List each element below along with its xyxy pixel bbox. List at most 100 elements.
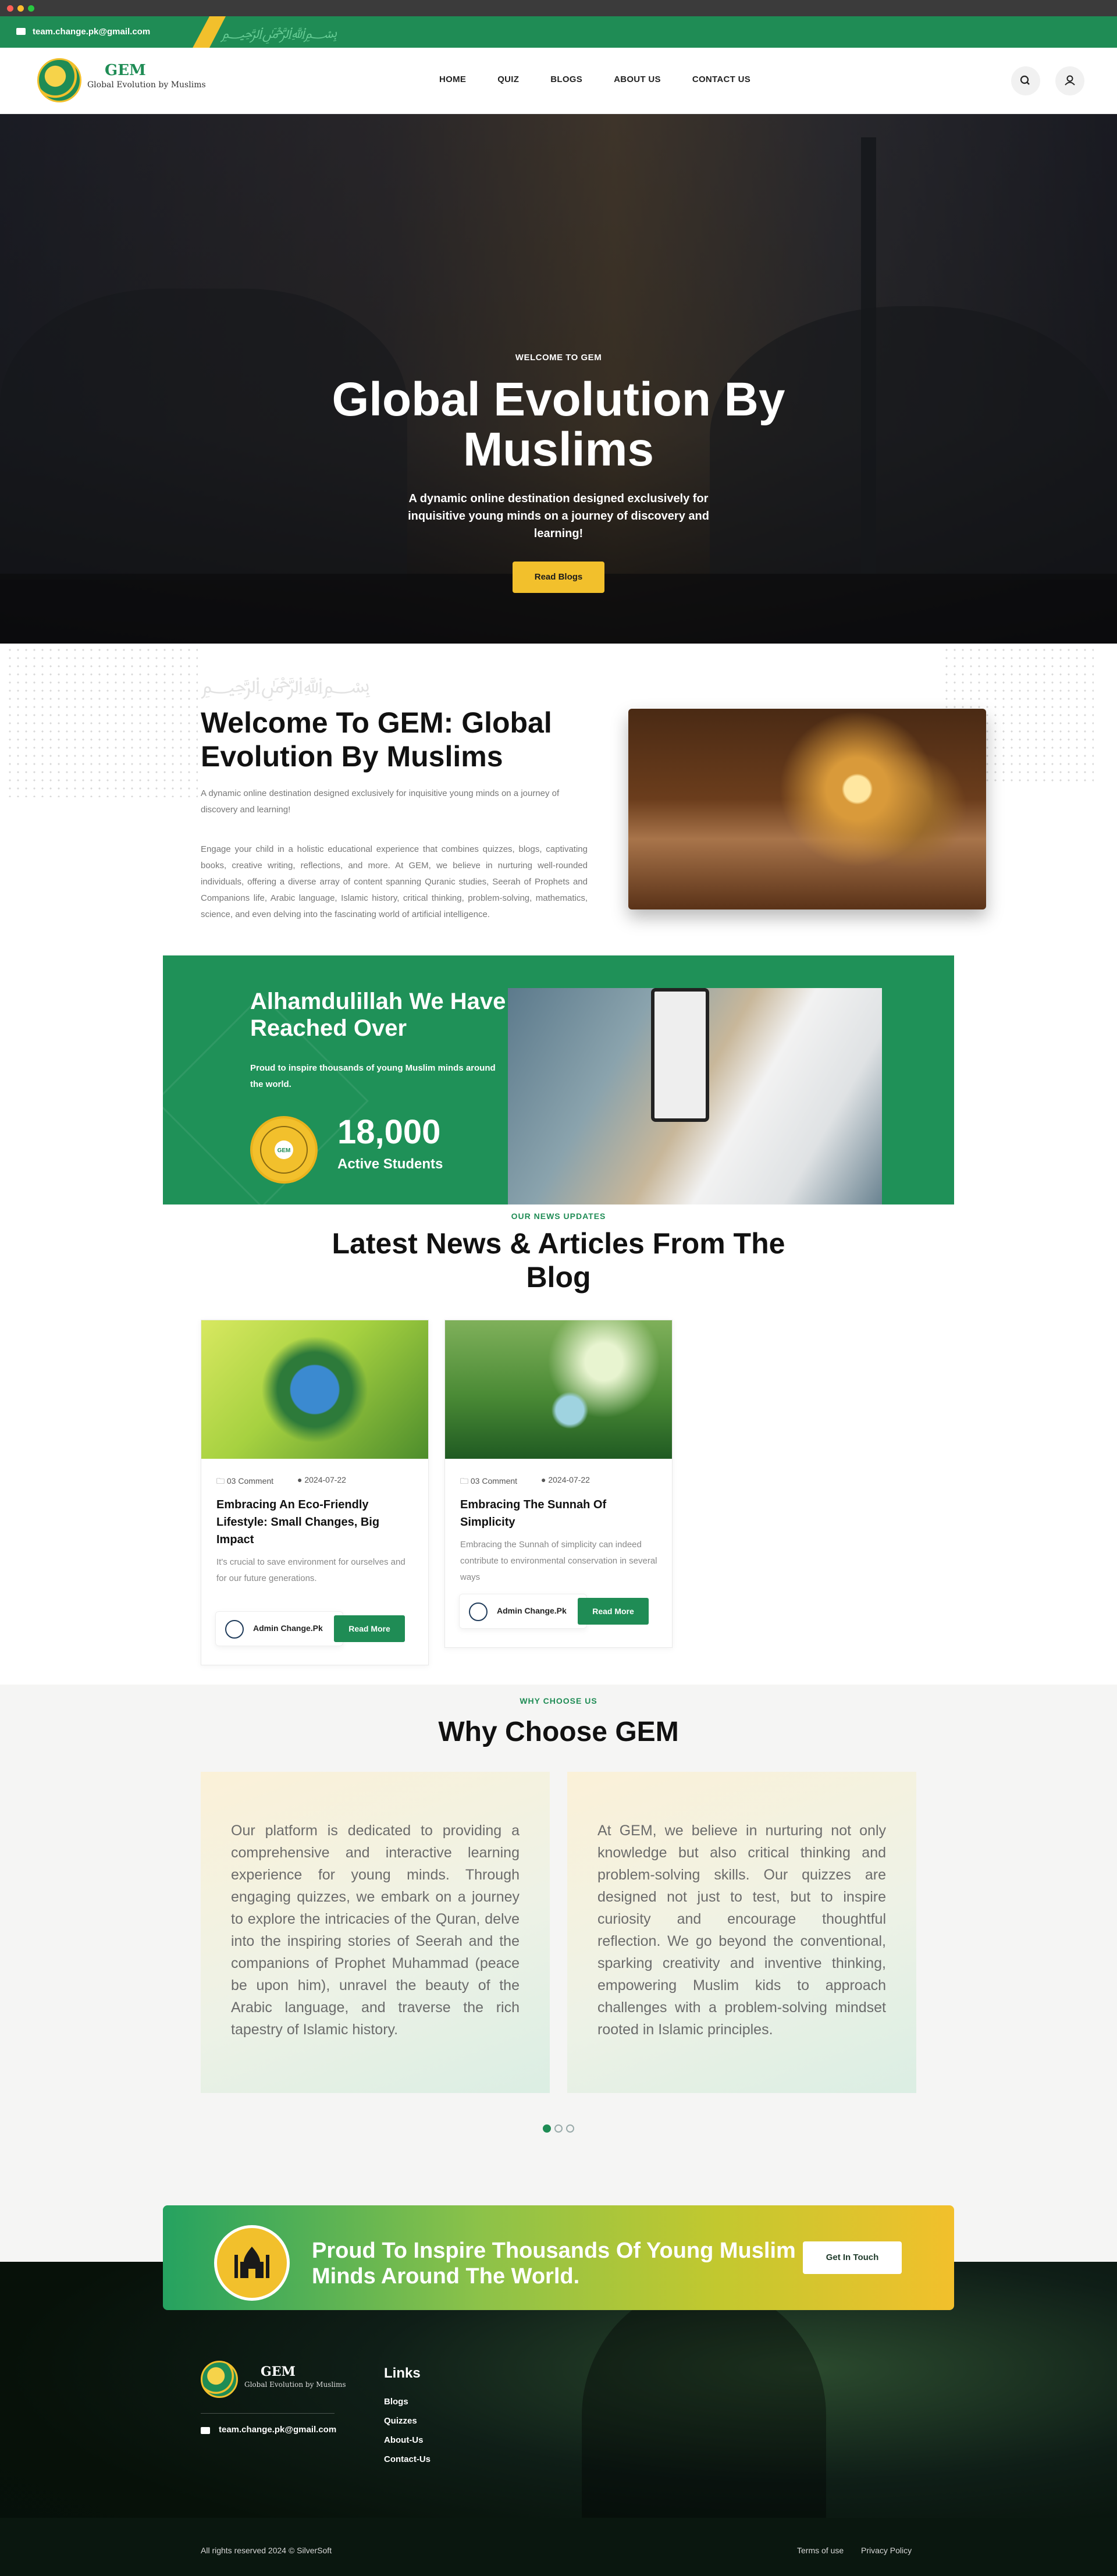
comment-count: 03 Comment bbox=[470, 1476, 518, 1486]
nav-contact-us[interactable]: CONTACT US bbox=[692, 74, 750, 84]
comments-meta: 🗀 03 Comment bbox=[216, 1475, 273, 1489]
minimize-window-icon[interactable] bbox=[17, 5, 24, 12]
comment-icon: 🗀 bbox=[460, 1476, 471, 1486]
svg-text:GEM: GEM bbox=[278, 1147, 291, 1154]
quran-reading-image bbox=[508, 988, 882, 1204]
why-card-text: At GEM, we believe in nurturing not only… bbox=[597, 1822, 886, 2038]
nav-blogs[interactable]: BLOGS bbox=[550, 74, 582, 84]
hero-title: Global Evolution By Muslims bbox=[332, 373, 785, 476]
search-icon bbox=[1020, 75, 1030, 85]
blog-card-description: It's crucial to save environment for our… bbox=[216, 1557, 405, 1583]
terms-link[interactable]: Terms of use bbox=[797, 2546, 844, 2555]
clock-icon: ● bbox=[297, 1475, 305, 1484]
footer-link-contact-us[interactable]: Contact-Us bbox=[384, 2454, 431, 2464]
footer-bg-silhouette bbox=[582, 2285, 826, 2547]
stats-number: 18,000 bbox=[337, 1113, 441, 1151]
author-name: Admin Change.Pk bbox=[253, 1623, 323, 1633]
footer-link-quizzes[interactable]: Quizzes bbox=[384, 2416, 417, 2426]
logo-title: GEM bbox=[105, 62, 146, 79]
why-card: At GEM, we believe in nurturing not only… bbox=[567, 1772, 916, 2093]
footer-logo-title: GEM bbox=[261, 2364, 296, 2379]
account-button[interactable] bbox=[1055, 66, 1084, 95]
blog-card-title[interactable]: Embracing An Eco-Friendly Lifestyle: Sma… bbox=[216, 1496, 414, 1548]
why-kicker: WHY CHOOSE US bbox=[520, 1696, 597, 1706]
top-bar: team.change.pk@gmail.com ﷽ bbox=[0, 16, 1117, 48]
site-header: GEM Global Evolution by Muslims HOME QUI… bbox=[0, 48, 1117, 114]
blog-card-image bbox=[201, 1320, 428, 1459]
mosque-icon bbox=[234, 2247, 269, 2278]
nav-home[interactable]: HOME bbox=[439, 74, 466, 84]
blog-kicker: OUR NEWS UPDATES bbox=[511, 1211, 606, 1221]
comment-icon: 🗀 bbox=[216, 1476, 227, 1486]
footer-link-blogs[interactable]: Blogs bbox=[384, 2397, 408, 2407]
author-box: Admin Change.Pk bbox=[459, 1594, 587, 1629]
read-blogs-button[interactable]: Read Blogs bbox=[513, 562, 604, 593]
mail-icon bbox=[16, 28, 26, 35]
welcome-title: Welcome To GEM: Global Evolution By Musl… bbox=[201, 706, 552, 773]
blog-card[interactable]: 🗀 03 Comment ● 2024-07-22 Embracing The … bbox=[444, 1320, 673, 1648]
comments-meta: 🗀 03 Comment bbox=[460, 1475, 517, 1489]
why-card: Our platform is dedicated to providing a… bbox=[201, 1772, 550, 2093]
footer-logo-subtitle: Global Evolution by Muslims bbox=[244, 2380, 346, 2389]
avatar bbox=[469, 1603, 488, 1621]
cta-emblem bbox=[214, 2225, 290, 2301]
get-in-touch-button[interactable]: Get In Touch bbox=[803, 2241, 902, 2274]
privacy-link[interactable]: Privacy Policy bbox=[861, 2546, 912, 2555]
user-icon bbox=[1065, 75, 1075, 86]
blog-title: Latest News & Articles From The Blog bbox=[332, 1227, 785, 1294]
clock-icon: ● bbox=[541, 1475, 549, 1484]
hero-kicker: WELCOME TO GEM bbox=[515, 353, 602, 363]
nav-quiz[interactable]: QUIZ bbox=[497, 74, 519, 84]
search-button[interactable] bbox=[1011, 66, 1040, 95]
logo-emblem-icon bbox=[37, 58, 81, 102]
topbar-email[interactable]: team.change.pk@gmail.com bbox=[33, 27, 150, 37]
lamp-and-book-image bbox=[628, 709, 986, 909]
links-heading: Links bbox=[384, 2365, 421, 2381]
cta-banner: Proud To Inspire Thousands Of Young Musl… bbox=[163, 2205, 954, 2310]
read-more-button[interactable]: Read More bbox=[334, 1615, 405, 1642]
cta-text: Proud To Inspire Thousands Of Young Musl… bbox=[312, 2239, 796, 2289]
logo-subtitle: Global Evolution by Muslims bbox=[87, 80, 206, 90]
why-card-text: Our platform is dedicated to providing a… bbox=[231, 1822, 520, 2038]
topbar-email-area: team.change.pk@gmail.com bbox=[0, 16, 209, 48]
post-date: 2024-07-22 bbox=[304, 1475, 346, 1484]
copyright: All rights reserved 2024 © SilverSoft bbox=[201, 2546, 332, 2555]
footer-link-about-us[interactable]: About-Us bbox=[384, 2435, 424, 2445]
avatar bbox=[225, 1620, 244, 1639]
comment-count: 03 Comment bbox=[226, 1476, 274, 1486]
blog-card-image bbox=[445, 1320, 672, 1459]
pagination-dot[interactable] bbox=[566, 2124, 574, 2133]
why-title: Why Choose GEM bbox=[438, 1717, 679, 1747]
blog-card-description: Embracing the Sunnah of simplicity can i… bbox=[460, 1540, 657, 1582]
pagination-dot[interactable] bbox=[554, 2124, 563, 2133]
author-name: Admin Change.Pk bbox=[497, 1606, 567, 1615]
bottom-bar: All rights reserved 2024 © SilverSoft Te… bbox=[0, 2518, 1117, 2576]
stats-description: Proud to inspire thousands of young Musl… bbox=[250, 1063, 496, 1089]
browser-chrome bbox=[0, 0, 1117, 16]
welcome-body: Engage your child in a holistic educatio… bbox=[201, 844, 588, 919]
logo-emblem-icon bbox=[201, 2361, 238, 2398]
bismillah-calligraphy: ﷽ bbox=[201, 672, 371, 698]
main-nav: HOME QUIZ BLOGS ABOUT US CONTACT US bbox=[439, 74, 782, 84]
close-window-icon[interactable] bbox=[7, 5, 13, 12]
maximize-window-icon[interactable] bbox=[28, 5, 34, 12]
date-meta: ● 2024-07-22 bbox=[297, 1475, 346, 1484]
footer-email[interactable]: team.change.pk@gmail.com bbox=[219, 2425, 336, 2435]
read-more-button[interactable]: Read More bbox=[578, 1598, 649, 1625]
pagination-dot-active[interactable] bbox=[543, 2124, 551, 2133]
why-choose-section: WHY CHOOSE US Why Choose GEM Our platfor… bbox=[0, 1685, 1117, 2262]
blog-card[interactable]: 🗀 03 Comment ● 2024-07-22 Embracing An E… bbox=[201, 1320, 429, 1665]
hero-section: WELCOME TO GEM Global Evolution By Musli… bbox=[0, 114, 1117, 644]
blog-card-title[interactable]: Embracing The Sunnah Of Simplicity bbox=[460, 1496, 658, 1531]
author-box: Admin Change.Pk bbox=[215, 1611, 343, 1646]
stats-banner: Alhamdulillah We Have Reached Over Proud… bbox=[163, 955, 954, 1204]
certified-badge-icon: GEM bbox=[250, 1116, 318, 1184]
hero-description: A dynamic online destination designed ex… bbox=[408, 492, 709, 540]
stats-label: Active Students bbox=[337, 1156, 443, 1172]
welcome-lead: A dynamic online destination designed ex… bbox=[201, 788, 560, 815]
tablet-shape bbox=[651, 988, 709, 1122]
calligraphy-decoration: ﷽ bbox=[221, 24, 337, 42]
post-date: 2024-07-22 bbox=[548, 1475, 590, 1484]
date-meta: ● 2024-07-22 bbox=[541, 1475, 590, 1484]
nav-about-us[interactable]: ABOUT US bbox=[614, 74, 661, 84]
